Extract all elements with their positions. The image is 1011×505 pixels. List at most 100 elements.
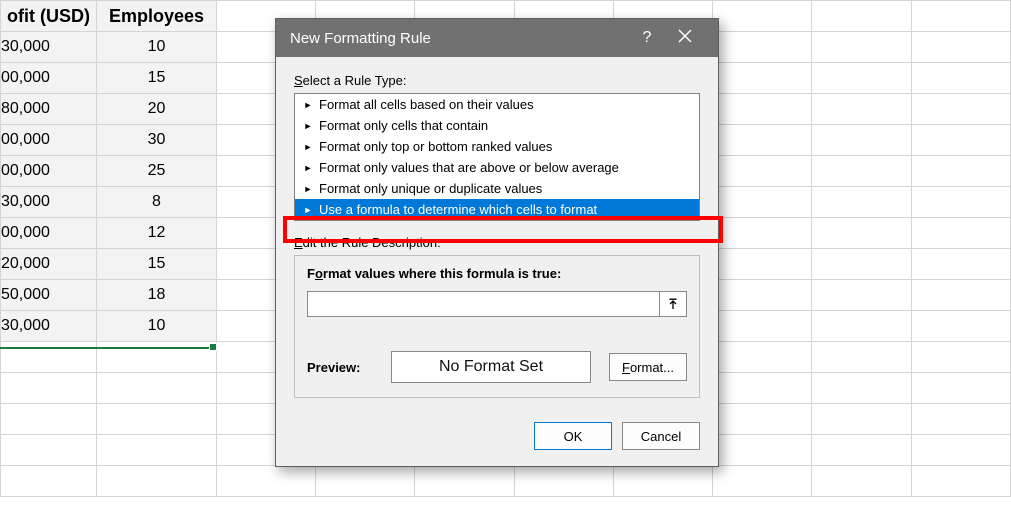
- cell[interactable]: [713, 373, 812, 404]
- cell[interactable]: [812, 156, 911, 187]
- cell[interactable]: [911, 342, 1010, 373]
- rule-type-item[interactable]: ►Format only top or bottom ranked values: [295, 136, 699, 157]
- cell[interactable]: [911, 187, 1010, 218]
- cell[interactable]: 30,000: [1, 311, 97, 342]
- rule-type-item[interactable]: ►Use a formula to determine which cells …: [295, 199, 699, 220]
- cancel-button[interactable]: Cancel: [622, 422, 700, 450]
- cell[interactable]: [911, 466, 1010, 497]
- close-icon[interactable]: [666, 29, 704, 48]
- cell[interactable]: [216, 466, 315, 497]
- cell[interactable]: [911, 373, 1010, 404]
- cell[interactable]: 30,000: [1, 187, 97, 218]
- rule-type-list[interactable]: ►Format all cells based on their values►…: [294, 93, 700, 221]
- cell[interactable]: [97, 373, 217, 404]
- cell[interactable]: [713, 435, 812, 466]
- cell[interactable]: [713, 63, 812, 94]
- cell[interactable]: 30: [97, 125, 217, 156]
- cell[interactable]: [812, 280, 911, 311]
- cell[interactable]: [812, 32, 911, 63]
- cell[interactable]: [911, 311, 1010, 342]
- rule-type-item[interactable]: ►Format all cells based on their values: [295, 94, 699, 115]
- cell[interactable]: [911, 63, 1010, 94]
- cell[interactable]: 12: [97, 218, 217, 249]
- cell[interactable]: [97, 404, 217, 435]
- cell[interactable]: [911, 280, 1010, 311]
- cell[interactable]: 00,000: [1, 63, 97, 94]
- cell[interactable]: 20,000: [1, 249, 97, 280]
- cell[interactable]: [1, 373, 97, 404]
- cell[interactable]: [911, 156, 1010, 187]
- cell[interactable]: [316, 466, 415, 497]
- cell[interactable]: 10: [97, 32, 217, 63]
- cell[interactable]: [911, 404, 1010, 435]
- cell[interactable]: [613, 466, 712, 497]
- rule-type-item[interactable]: ►Format only cells that contain: [295, 115, 699, 136]
- cell[interactable]: 18: [97, 280, 217, 311]
- cell[interactable]: 15: [97, 249, 217, 280]
- cell[interactable]: 80,000: [1, 94, 97, 125]
- cell[interactable]: 00,000: [1, 156, 97, 187]
- cell[interactable]: 00,000: [1, 218, 97, 249]
- cell[interactable]: [812, 373, 911, 404]
- cell[interactable]: 8: [97, 187, 217, 218]
- cell[interactable]: [812, 342, 911, 373]
- cell[interactable]: [713, 156, 812, 187]
- formula-input[interactable]: [307, 291, 659, 317]
- cell[interactable]: [713, 125, 812, 156]
- cell[interactable]: [911, 94, 1010, 125]
- cell[interactable]: [812, 249, 911, 280]
- cell[interactable]: [713, 94, 812, 125]
- cell[interactable]: [1, 404, 97, 435]
- cell[interactable]: [812, 125, 911, 156]
- cell[interactable]: [1, 435, 97, 466]
- cell[interactable]: Employees: [97, 1, 217, 32]
- cell[interactable]: 10: [97, 311, 217, 342]
- cell[interactable]: [713, 311, 812, 342]
- cell[interactable]: 00,000: [1, 125, 97, 156]
- cell[interactable]: [812, 466, 911, 497]
- cell[interactable]: [812, 435, 911, 466]
- cell[interactable]: 25: [97, 156, 217, 187]
- cell[interactable]: 15: [97, 63, 217, 94]
- collapse-dialog-icon[interactable]: [659, 291, 687, 317]
- cell[interactable]: ofit (USD): [1, 1, 97, 32]
- cell[interactable]: [1, 342, 97, 373]
- cell[interactable]: [812, 94, 911, 125]
- cell[interactable]: [713, 218, 812, 249]
- cell[interactable]: [812, 404, 911, 435]
- cell[interactable]: [812, 187, 911, 218]
- cell[interactable]: [713, 280, 812, 311]
- cell[interactable]: [812, 1, 911, 32]
- cell[interactable]: [713, 342, 812, 373]
- cell[interactable]: [97, 342, 217, 373]
- cell[interactable]: [911, 1, 1010, 32]
- cell[interactable]: [97, 466, 217, 497]
- cell[interactable]: [812, 63, 911, 94]
- cell[interactable]: [713, 404, 812, 435]
- rule-type-item[interactable]: ►Format only unique or duplicate values: [295, 178, 699, 199]
- cell[interactable]: [1, 466, 97, 497]
- cell[interactable]: [911, 125, 1010, 156]
- cell[interactable]: [911, 249, 1010, 280]
- cell[interactable]: [713, 1, 812, 32]
- ok-button[interactable]: OK: [534, 422, 612, 450]
- cell[interactable]: [812, 218, 911, 249]
- dialog-titlebar[interactable]: New Formatting Rule ?: [276, 19, 718, 57]
- cell[interactable]: 50,000: [1, 280, 97, 311]
- cell[interactable]: [911, 218, 1010, 249]
- rule-type-item[interactable]: ►Format only values that are above or be…: [295, 157, 699, 178]
- cell[interactable]: [911, 435, 1010, 466]
- help-icon[interactable]: ?: [628, 29, 666, 47]
- cell[interactable]: [713, 249, 812, 280]
- cell[interactable]: 20: [97, 94, 217, 125]
- cell[interactable]: [713, 187, 812, 218]
- cell[interactable]: [911, 32, 1010, 63]
- cell[interactable]: [415, 466, 514, 497]
- cell[interactable]: [514, 466, 613, 497]
- cell[interactable]: [812, 311, 911, 342]
- cell[interactable]: 30,000: [1, 32, 97, 63]
- cell[interactable]: [713, 32, 812, 63]
- cell[interactable]: [713, 466, 812, 497]
- cell[interactable]: [97, 435, 217, 466]
- format-button[interactable]: Format...: [609, 353, 687, 381]
